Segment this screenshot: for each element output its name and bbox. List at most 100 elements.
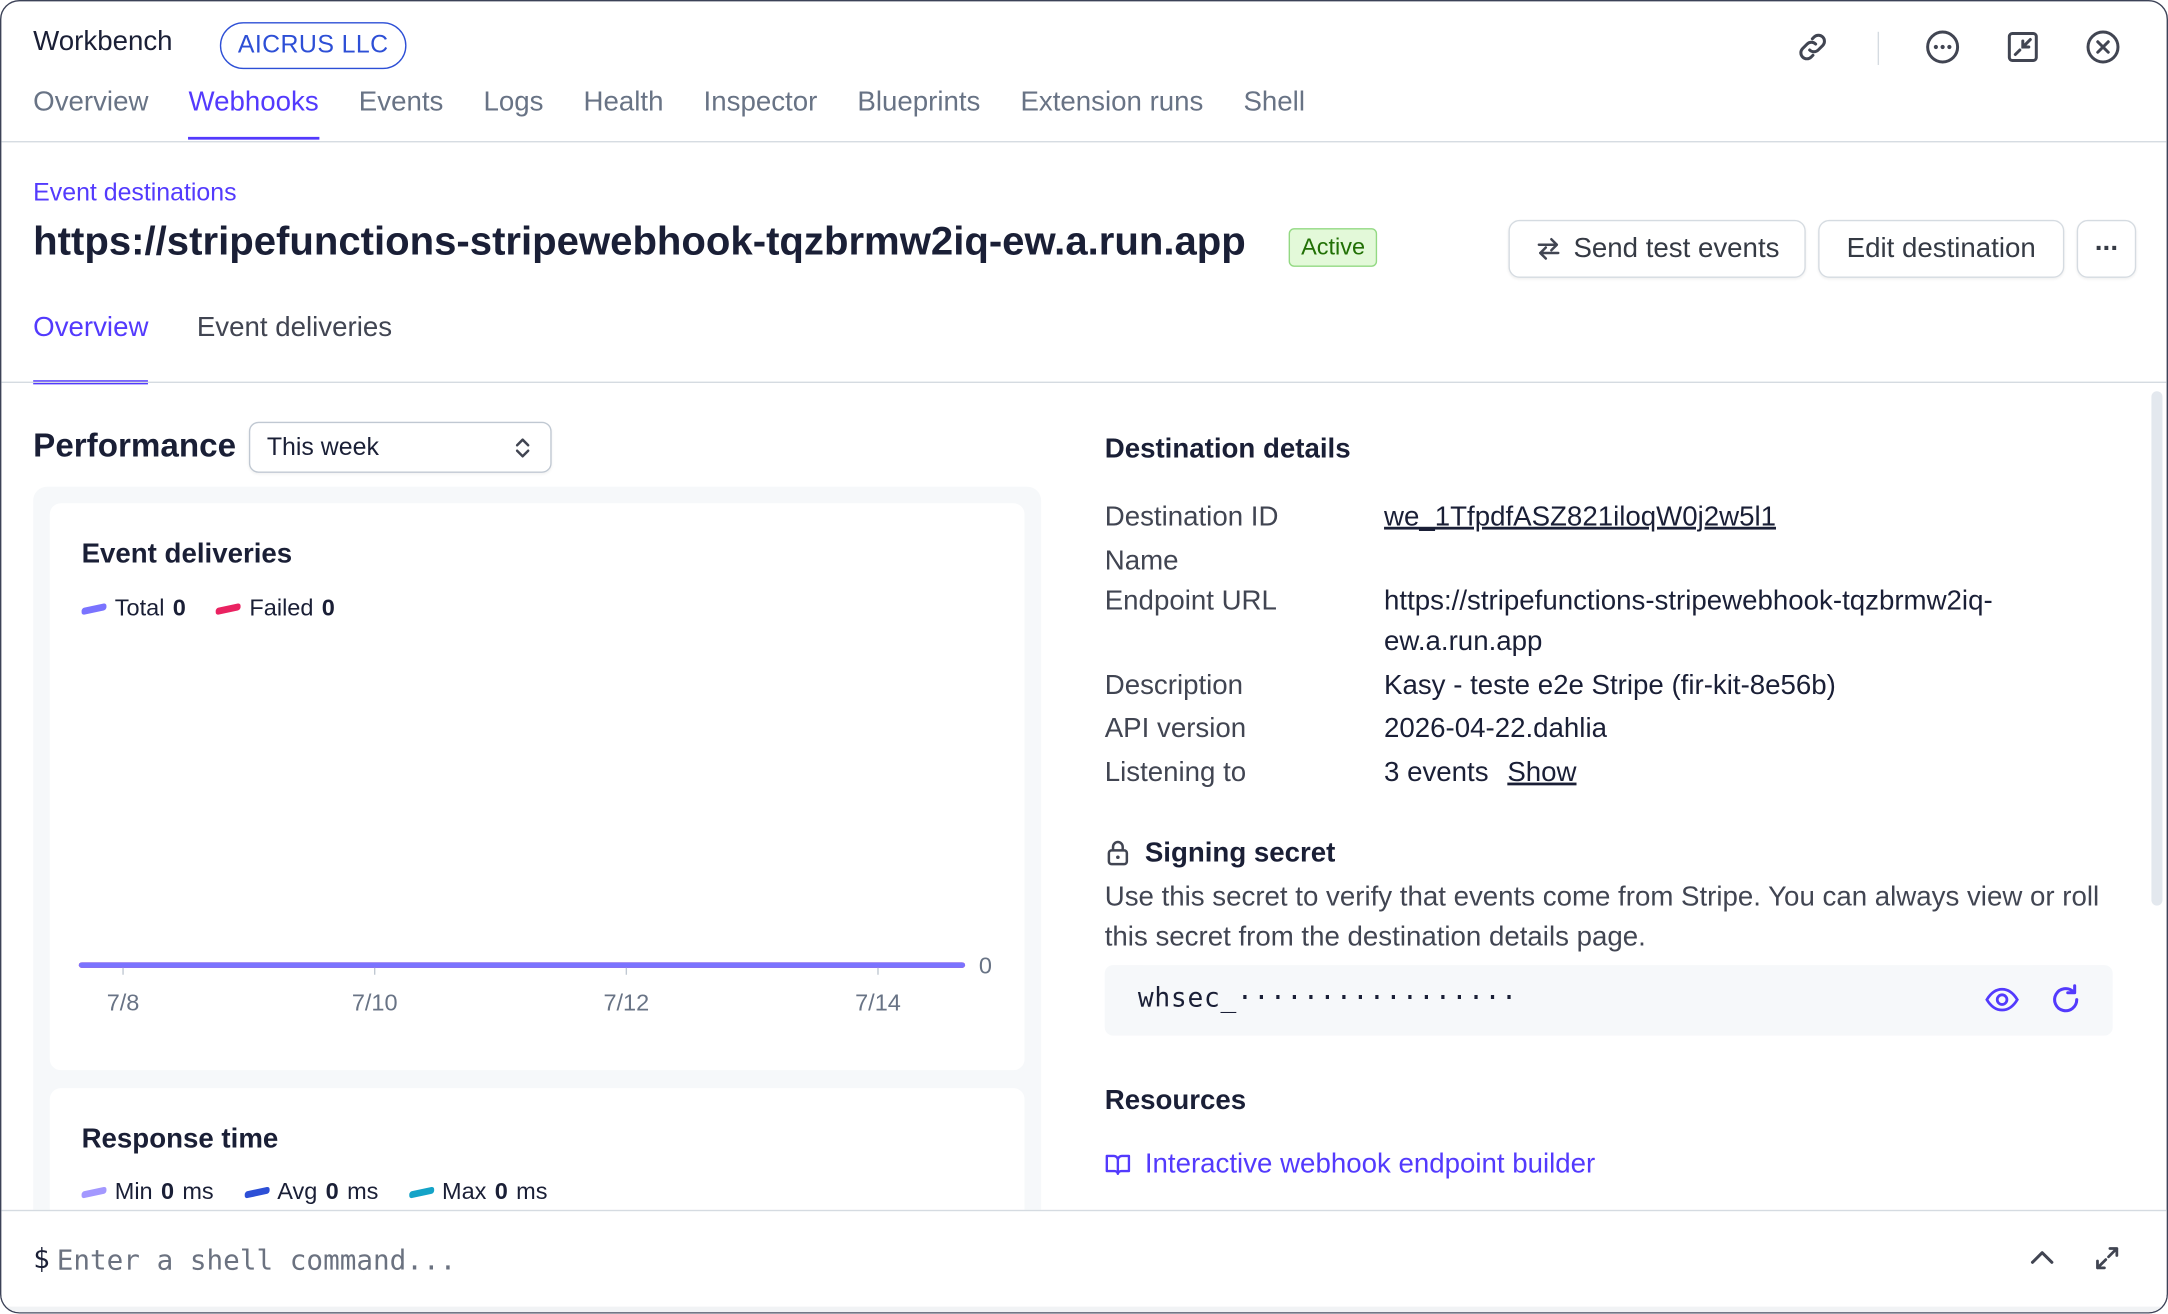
- signing-secret-heading: Signing secret: [1144, 837, 1336, 869]
- edit-destination-label: Edit destination: [1846, 232, 2036, 264]
- status-badge: Active: [1288, 228, 1378, 267]
- legend-min: Min 0 ms: [81, 1178, 214, 1206]
- eye-icon[interactable]: [1984, 983, 2020, 1016]
- endpoint-url-label: Endpoint URL: [1104, 586, 1277, 617]
- listening-to-value: 3 events Show: [1384, 758, 1576, 790]
- subtab-overview[interactable]: Overview: [33, 312, 149, 385]
- legend-swatch-total: [81, 602, 107, 615]
- tab-overview[interactable]: Overview: [33, 87, 148, 140]
- event-deliveries-card: Event deliveries Total 0 Failed 0 7/8 7/1…: [49, 503, 1025, 1071]
- legend-label-max: Max: [442, 1178, 487, 1205]
- tab-health[interactable]: Health: [584, 87, 664, 140]
- legend-value-failed: 0: [321, 594, 335, 621]
- refresh-icon[interactable]: [2048, 982, 2084, 1018]
- expand-icon[interactable]: [2092, 1243, 2122, 1273]
- resources-heading: Resources: [1104, 1085, 1247, 1116]
- performance-heading: Performance: [33, 427, 237, 465]
- description-label: Description: [1104, 670, 1244, 702]
- tab-events[interactable]: Events: [359, 87, 444, 140]
- breadcrumb-event-destinations[interactable]: Event destinations: [33, 178, 236, 207]
- legend-avg: Avg 0 ms: [244, 1178, 378, 1206]
- tab-inspector[interactable]: Inspector: [704, 87, 818, 140]
- legend-label-total: Total: [114, 594, 165, 621]
- swap-arrows-icon: [1537, 237, 1560, 260]
- response-time-legend: Min 0 ms Avg 0 ms Max 0 ms: [81, 1178, 548, 1206]
- event-deliveries-chart: 7/8 7/10 7/12 7/14 0: [78, 952, 992, 1016]
- tabs-divider: [1, 141, 2167, 143]
- minimize-icon[interactable]: [2005, 29, 2041, 65]
- signing-secret-description: Use this secret to verify that events co…: [1104, 882, 2100, 953]
- sub-tabs: Overview Event deliveries: [33, 312, 392, 385]
- legend-label-avg: Avg: [277, 1178, 318, 1205]
- destination-id-label: Destination ID: [1104, 501, 1279, 533]
- close-circle-icon[interactable]: [2085, 29, 2121, 65]
- endpoint-url-value-line1: https://stripefunctions-stripewebhook-tq…: [1384, 586, 1993, 617]
- legend-label-min: Min: [114, 1178, 153, 1205]
- tab-logs[interactable]: Logs: [483, 87, 543, 140]
- legend-failed: Failed 0: [216, 595, 335, 623]
- x-tick-label: 7/14: [855, 990, 901, 1016]
- legend-total: Total 0: [81, 594, 186, 623]
- workbench-title: Workbench: [33, 26, 173, 57]
- legend-value-avg: 0: [325, 1178, 339, 1205]
- listening-to-count: 3 events: [1384, 757, 1489, 789]
- page-title: https://stripefunctions-stripewebhook-tq…: [33, 219, 1246, 265]
- legend-value-total: 0: [172, 594, 186, 621]
- shell-prompt: $: [33, 1241, 50, 1275]
- main-tabs: Overview Webhooks Events Logs Health Ins…: [33, 87, 1305, 140]
- webhook-builder-link[interactable]: Interactive webhook endpoint builder: [1145, 1149, 1595, 1181]
- x-tick-label: 7/12: [603, 990, 649, 1016]
- destination-details-heading: Destination details: [1104, 434, 1351, 465]
- destination-id-value[interactable]: we_1TfpdfASZ821iloqW0j2w5l1: [1384, 502, 1776, 534]
- legend-unit-max: ms: [516, 1178, 548, 1205]
- tab-extension-runs[interactable]: Extension runs: [1020, 87, 1203, 140]
- name-label: Name: [1104, 546, 1179, 577]
- book-icon: [1105, 1154, 1131, 1176]
- show-events-link[interactable]: Show: [1507, 758, 1576, 788]
- chevron-up-icon[interactable]: [2027, 1243, 2057, 1273]
- secret-masked-value: whsec_·················: [1137, 983, 1518, 1014]
- subtabs-divider: [1, 381, 2167, 383]
- content-scrollbar[interactable]: [2151, 391, 2163, 906]
- legend-swatch-max: [408, 1185, 434, 1198]
- x-tick-label: 7/10: [352, 990, 398, 1016]
- subtab-event-deliveries[interactable]: Event deliveries: [197, 312, 392, 384]
- response-time-title: Response time: [81, 1124, 279, 1155]
- chevron-up-down-icon: [515, 438, 530, 458]
- tab-blueprints[interactable]: Blueprints: [857, 87, 980, 140]
- lock-icon: [1107, 840, 1129, 866]
- description-value: Kasy - teste e2e Stripe (fir-kit-8e56b): [1384, 670, 1836, 702]
- send-test-events-button[interactable]: Send test events: [1508, 219, 1806, 278]
- time-range-select[interactable]: This week: [248, 421, 552, 473]
- legend-unit-min: ms: [182, 1178, 214, 1205]
- edit-destination-button[interactable]: Edit destination: [1818, 219, 2065, 278]
- tab-webhooks[interactable]: Webhooks: [188, 87, 319, 140]
- send-test-events-label: Send test events: [1573, 232, 1780, 264]
- api-version-value: 2026-04-22.dahlia: [1384, 713, 1607, 744]
- more-actions-label: ···: [2094, 232, 2120, 264]
- workbench-window: Workbench AICRUS LLC Overview Webhooks E…: [0, 0, 2168, 1314]
- legend-label-failed: Failed: [249, 594, 314, 621]
- y-tick-label: 0: [979, 952, 992, 978]
- api-version-label: API version: [1104, 713, 1247, 744]
- time-range-value: This week: [266, 432, 379, 461]
- listening-to-label: Listening to: [1104, 757, 1247, 789]
- legend-swatch-failed: [216, 602, 242, 615]
- legend-swatch-min: [81, 1185, 107, 1198]
- shell-command-input[interactable]: [56, 1236, 1965, 1284]
- more-circle-icon[interactable]: [1925, 29, 1961, 65]
- x-tick-label: 7/8: [107, 990, 140, 1016]
- endpoint-url-value-line2: ew.a.run.app: [1384, 626, 1543, 657]
- event-deliveries-legend: Total 0 Failed 0: [81, 594, 335, 623]
- legend-value-max: 0: [494, 1178, 508, 1205]
- legend-unit-avg: ms: [347, 1178, 379, 1205]
- tab-shell[interactable]: Shell: [1243, 87, 1305, 140]
- header-divider: [1877, 31, 1880, 65]
- legend-max: Max 0 ms: [408, 1178, 548, 1206]
- more-actions-button[interactable]: ···: [2076, 219, 2137, 278]
- account-badge[interactable]: AICRUS LLC: [219, 22, 407, 70]
- link-icon[interactable]: [1795, 29, 1831, 65]
- legend-value-min: 0: [160, 1178, 175, 1205]
- window-bottom-edge: [1, 1306, 2167, 1313]
- event-deliveries-title: Event deliveries: [81, 539, 293, 570]
